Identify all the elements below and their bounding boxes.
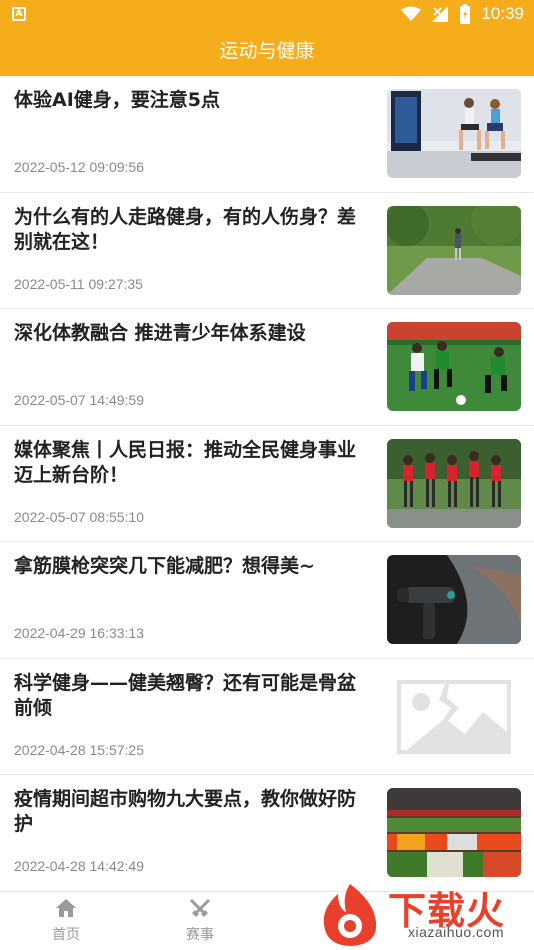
walking-path-photo	[387, 205, 521, 295]
article-date: 2022-04-28 14:42:49	[14, 858, 144, 874]
fitness-photo	[387, 89, 521, 178]
article-title: 体验AI健身，要注意5点	[14, 89, 220, 111]
article-item[interactable]: 拿筋膜枪突突几下能减肥？想得美~ 2022-04-29 16:33:13	[0, 542, 534, 659]
article-date: 2022-04-29 16:33:13	[14, 625, 144, 641]
article-title: 拿筋膜枪突突几下能减肥？想得美~	[14, 555, 315, 577]
article-date: 2022-05-11 09:27:35	[14, 275, 143, 292]
article-title: 疫情期间超市购物九大要点，教你做好防护	[14, 788, 357, 835]
article-date: 2022-05-12 09:09:56	[14, 159, 144, 175]
notification-icon: A	[12, 7, 26, 21]
article-title: 深化体教融合 推进青少年体系建设	[14, 322, 306, 344]
tab-events-label: 赛事	[186, 927, 214, 943]
supermarket-produce-photo	[387, 788, 521, 877]
page-title: 运动与健康	[219, 40, 315, 62]
status-right: 10:39	[401, 3, 524, 25]
home-icon	[56, 899, 76, 917]
article-item[interactable]: 媒体聚焦丨人民日报：推动全民健身事业迈上新台阶！ 2022-05-07 08:5…	[0, 426, 534, 542]
tab-home[interactable]: 首页	[36, 898, 96, 944]
article-item[interactable]: 科学健身——健美翘臀？还有可能是骨盆前倾 2022-04-28 15:57:25	[0, 659, 534, 775]
wifi-icon	[401, 6, 422, 21]
article-date: 2022-04-28 15:57:25	[14, 741, 144, 758]
article-item[interactable]: 为什么有的人走路健身，有的人伤身？差别就在这！ 2022-05-11 09:27…	[0, 193, 534, 309]
article-date: 2022-05-07 08:55:10	[14, 508, 144, 525]
article-item[interactable]: 疫情期间超市购物九大要点，教你做好防护 2022-04-28 14:42:49	[0, 775, 534, 892]
status-bar: A 10:39	[0, 0, 534, 28]
tab-home-label: 首页	[52, 927, 80, 943]
signal-icon	[432, 6, 449, 22]
soccer-photo	[387, 322, 521, 411]
watermark-logo: 下载火 xiazaihuo.com	[314, 880, 534, 950]
article-date: 2022-05-07 14:49:59	[14, 392, 144, 408]
article-title: 为什么有的人走路健身，有的人伤身？差别就在这！	[14, 205, 357, 253]
clock: 10:39	[481, 4, 524, 23]
watermark-url: xiazaihuo.com	[408, 924, 504, 940]
article-title: 科学健身——健美翘臀？还有可能是骨盆前倾	[14, 671, 357, 719]
battery-icon	[460, 4, 471, 24]
app-bar: 运动与健康	[0, 28, 534, 76]
crossed-swords-icon	[189, 898, 211, 917]
broken-image-placeholder	[387, 671, 521, 761]
article-list: 体验AI健身，要注意5点 2022-05-12 09:09:56 为什么有的人走…	[0, 76, 534, 892]
group-runners-photo	[387, 438, 521, 528]
tab-events[interactable]: 赛事	[170, 898, 230, 944]
article-item[interactable]: 体验AI健身，要注意5点 2022-05-12 09:09:56	[0, 76, 534, 193]
massage-gun-photo	[387, 555, 521, 644]
article-title: 媒体聚焦丨人民日报：推动全民健身事业迈上新台阶！	[14, 438, 357, 486]
flame-logo-icon	[323, 884, 377, 946]
article-item[interactable]: 深化体教融合 推进青少年体系建设 2022-05-07 14:49:59	[0, 309, 534, 426]
